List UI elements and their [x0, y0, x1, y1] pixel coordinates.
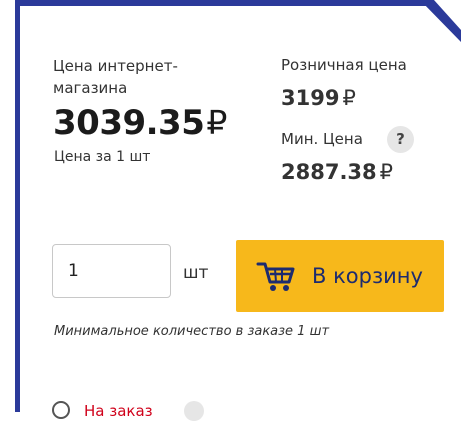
question-icon[interactable]: ? [387, 126, 414, 153]
add-to-cart-label: В корзину [312, 264, 423, 288]
question-icon[interactable] [184, 401, 204, 421]
online-price-currency: ₽ [206, 103, 227, 142]
online-price: 3039.35₽ [53, 103, 227, 143]
retail-price-value: 3199 [281, 86, 340, 110]
order-option-label: На заказ [84, 402, 153, 420]
min-price: 2887.38 ₽ [281, 159, 393, 185]
panel-corner-decoration [420, 0, 461, 42]
min-price-value: 2887.38 [281, 160, 377, 184]
retail-price-label: Розничная цена [281, 56, 407, 74]
retail-price: 3199 ₽ [281, 85, 356, 111]
min-price-label: Мин. Цена [281, 130, 363, 148]
product-buy-panel: Цена интернет- магазина 3039.35₽ Цена за… [0, 0, 461, 421]
add-to-cart-button[interactable]: В корзину [236, 240, 444, 312]
online-price-label-line1: Цена интернет- [53, 57, 178, 75]
online-price-label-line2: магазина [53, 79, 128, 97]
radio-icon[interactable] [52, 401, 70, 419]
per-unit-label: Цена за 1 шт [54, 149, 151, 165]
retail-price-currency: ₽ [342, 86, 356, 110]
cart-icon [256, 262, 295, 291]
online-price-value: 3039.35 [53, 103, 205, 143]
quantity-input[interactable] [52, 244, 171, 298]
panel-border-top [15, 0, 431, 6]
quantity-unit-label: шт [183, 263, 209, 283]
min-price-currency: ₽ [379, 160, 394, 184]
panel-border-left [15, 0, 20, 412]
minimum-quantity-note: Минимальное количество в заказе 1 шт [54, 324, 330, 339]
